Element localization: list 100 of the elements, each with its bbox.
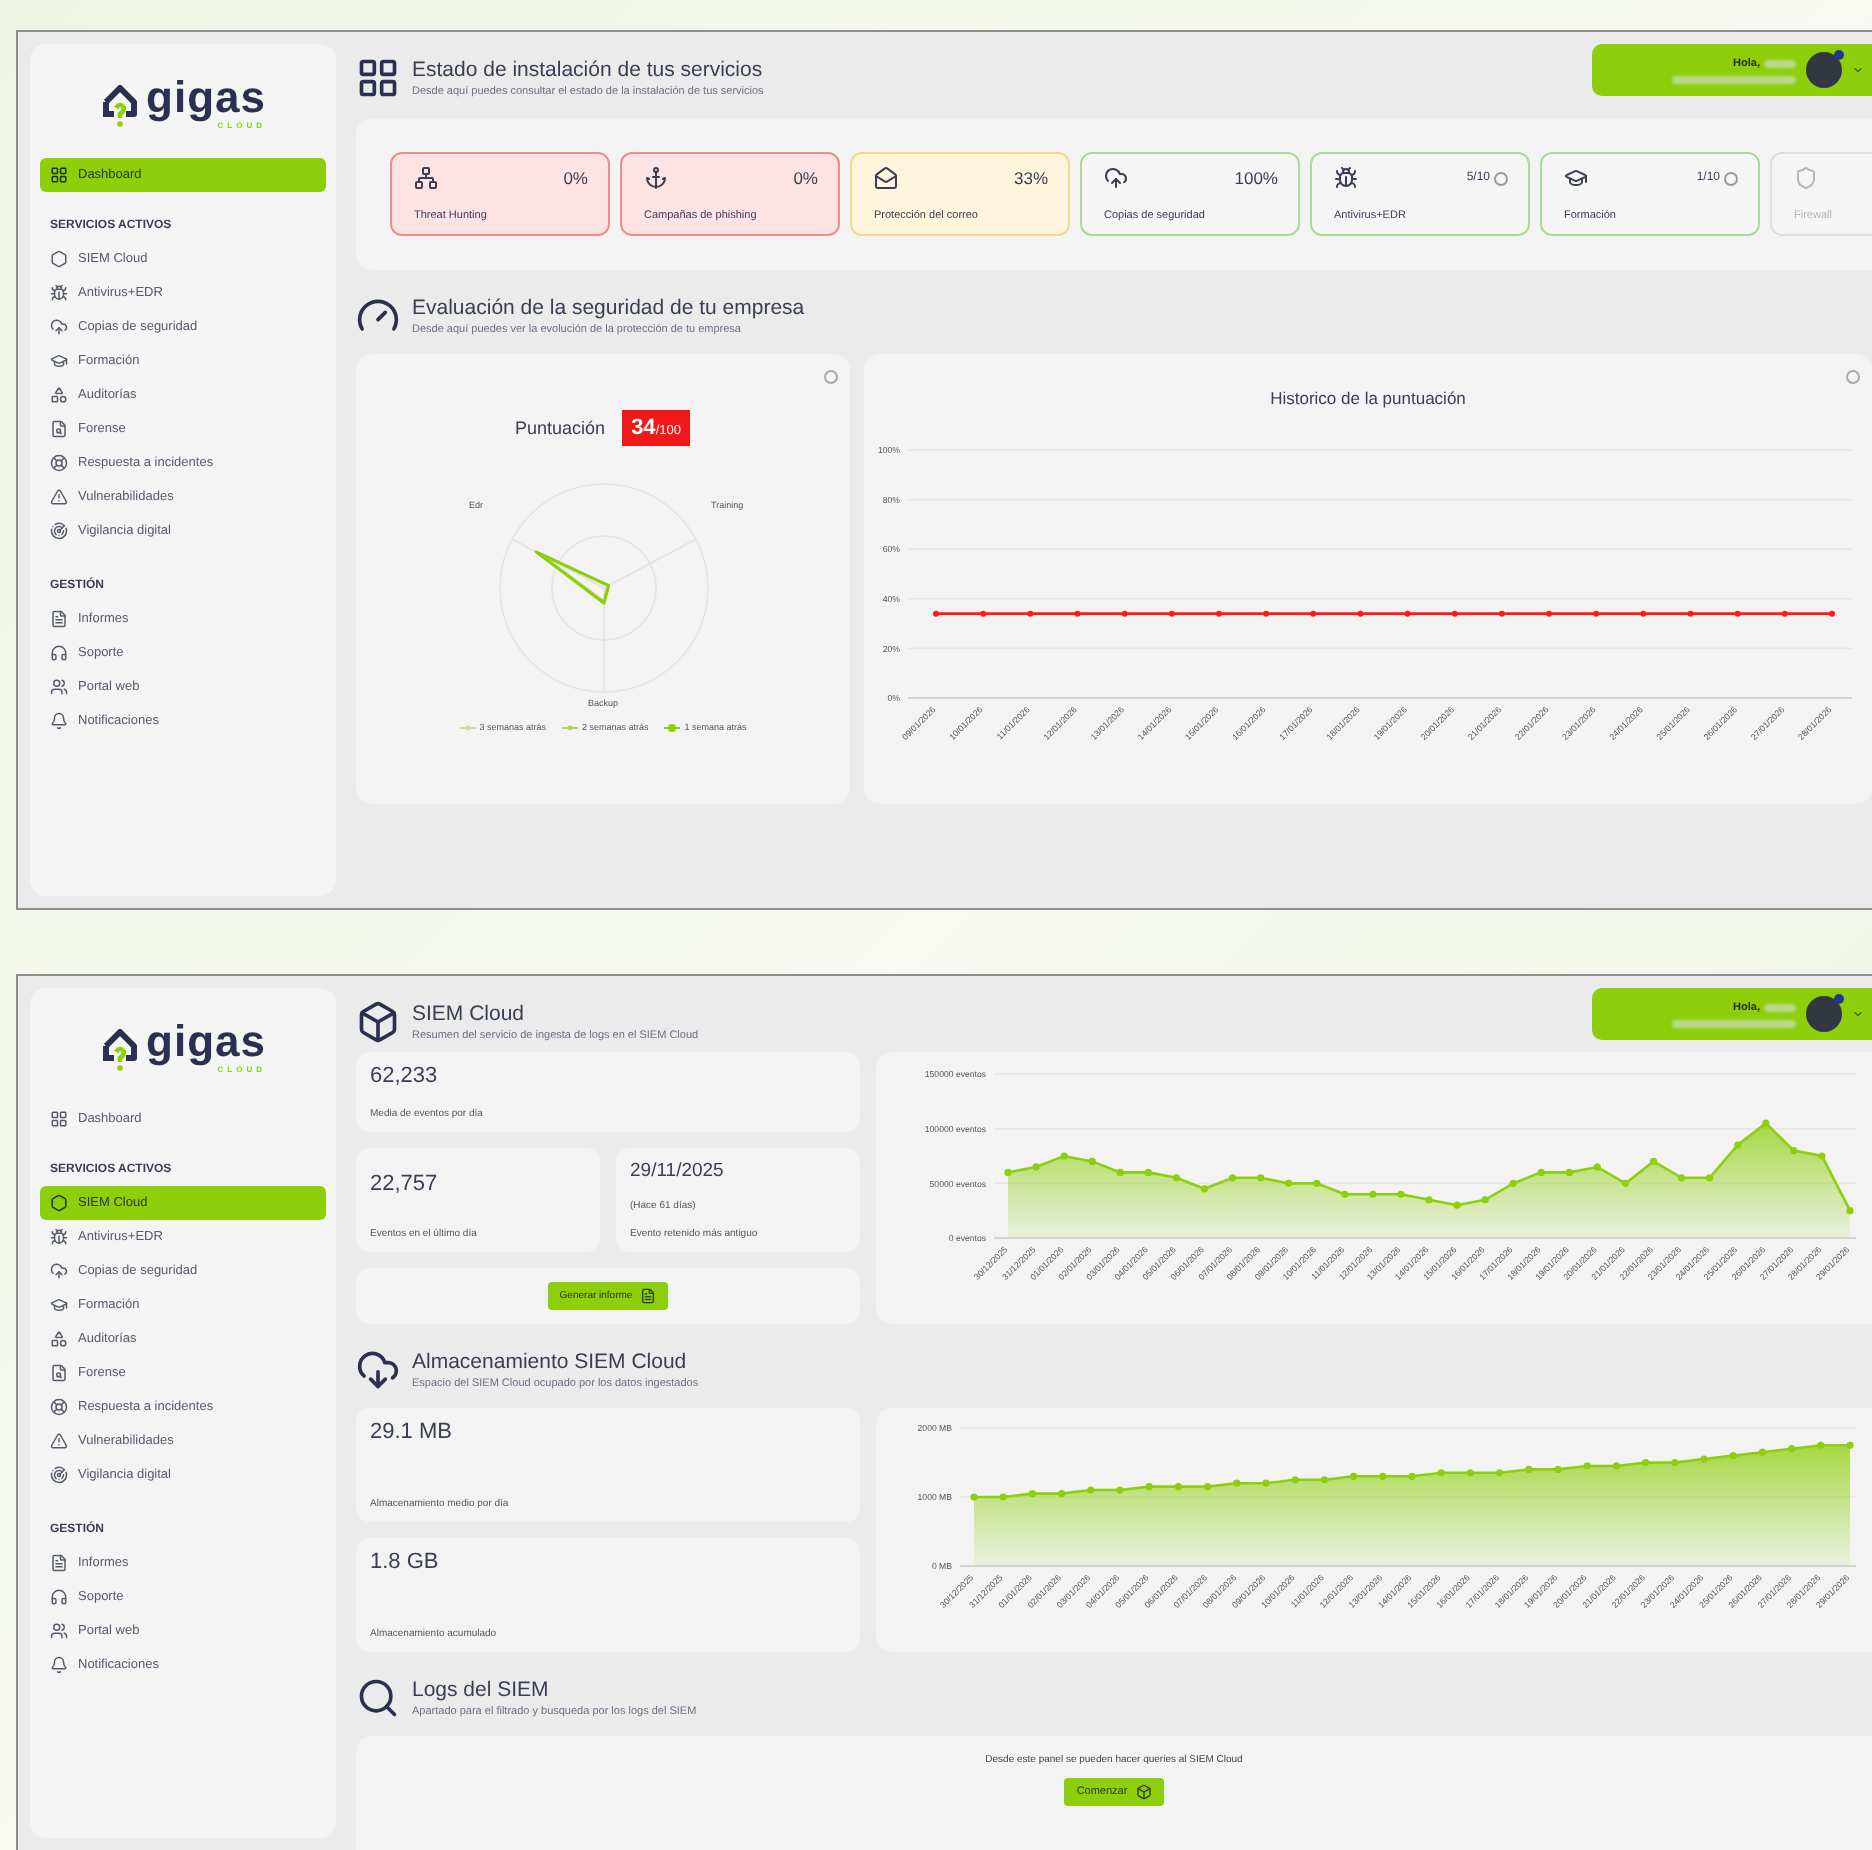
info-icon[interactable] — [1724, 171, 1738, 185]
data-point — [1233, 1479, 1241, 1487]
score-value: 34 — [631, 416, 656, 440]
data-point — [1172, 1174, 1180, 1182]
logo-icon — [100, 79, 141, 127]
cube-icon — [1135, 1784, 1152, 1800]
headset-icon — [50, 1588, 68, 1606]
data-point — [1357, 610, 1364, 617]
data-point — [1257, 1174, 1265, 1182]
service-value: 0% — [793, 168, 818, 188]
data-point — [1451, 610, 1458, 617]
stat-value: 62,233 — [370, 1064, 440, 1088]
service-value: 33% — [1013, 168, 1048, 188]
graduation-cap-icon — [1564, 166, 1588, 190]
data-point — [1466, 1469, 1474, 1477]
data-point — [1583, 1462, 1591, 1470]
bug-icon — [50, 1228, 68, 1246]
data-point — [1341, 1190, 1349, 1198]
hexagon-icon — [50, 1194, 68, 1212]
data-point — [1621, 1179, 1630, 1187]
data-point — [1285, 1179, 1293, 1187]
data-point — [1369, 1190, 1377, 1198]
bug-icon — [1334, 166, 1358, 190]
data-point — [999, 1493, 1007, 1501]
data-point — [1846, 1207, 1854, 1215]
data-point — [980, 610, 987, 617]
data-point — [1546, 610, 1553, 617]
graduation-cap-icon — [50, 1296, 68, 1314]
data-point — [1058, 1489, 1066, 1498]
info-icon[interactable] — [1494, 171, 1508, 185]
data-point — [1408, 1472, 1416, 1480]
data-point — [1174, 1483, 1182, 1491]
data-point — [1758, 1448, 1766, 1456]
data-point — [1379, 1472, 1387, 1480]
data-point — [1762, 1119, 1770, 1127]
cube-icon — [356, 1000, 400, 1044]
grid-icon — [50, 1110, 68, 1128]
headset-icon — [50, 644, 68, 662]
data-point — [1168, 610, 1175, 617]
shield-icon — [1794, 166, 1818, 190]
data-point — [1642, 1458, 1650, 1467]
data-point — [1734, 610, 1741, 617]
data-point — [1453, 1201, 1461, 1209]
document-icon — [50, 1554, 68, 1572]
data-point — [1817, 1441, 1825, 1449]
data-point — [1145, 1483, 1153, 1491]
users-icon — [50, 1622, 68, 1640]
data-point — [1087, 1486, 1095, 1494]
notification-dot — [1834, 994, 1844, 1004]
data-point — [1846, 1441, 1854, 1449]
data-point — [1060, 1152, 1068, 1160]
data-point — [933, 610, 939, 617]
data-point — [970, 1493, 978, 1501]
data-point — [1144, 1168, 1152, 1176]
logo-wordmark: gigas — [146, 1020, 266, 1064]
data-point — [1649, 1157, 1658, 1166]
file-search-icon — [50, 1364, 68, 1382]
cloud-download-icon — [356, 1348, 400, 1392]
data-point — [1425, 1196, 1433, 1204]
info-icon[interactable] — [824, 370, 838, 384]
lifebuoy-icon — [50, 1398, 68, 1416]
data-point — [1671, 1458, 1679, 1467]
data-point — [1525, 1465, 1533, 1473]
data-point — [1088, 1157, 1096, 1166]
data-point — [1565, 1168, 1573, 1176]
data-point — [1612, 1462, 1620, 1470]
data-point — [1790, 1146, 1798, 1155]
data-point — [1498, 610, 1505, 617]
redacted-name — [1764, 1003, 1796, 1011]
notification-dot — [1834, 50, 1844, 60]
stat-value: 22,757 — [370, 1172, 440, 1196]
redacted-company — [1672, 1019, 1796, 1027]
network-icon — [414, 166, 438, 190]
logo-wordmark: gigas — [146, 76, 266, 120]
redacted-company — [1672, 75, 1796, 83]
service-value: 100% — [1234, 168, 1278, 188]
redacted-name — [1764, 59, 1796, 67]
chart-title: Historico de la puntuación — [1270, 388, 1466, 408]
users-icon — [50, 678, 68, 696]
section-title: Logs del SIEM — [412, 1678, 551, 1702]
grid-icon — [356, 56, 400, 100]
data-point — [1729, 1452, 1737, 1460]
warning-icon — [50, 1432, 68, 1450]
magnifier-icon — [356, 1676, 400, 1720]
radar-icon — [50, 1466, 68, 1484]
stat-value: 29/11/2025 — [630, 1160, 726, 1182]
data-point — [1027, 610, 1034, 617]
data-point — [1818, 1152, 1826, 1160]
data-point — [1397, 1190, 1405, 1198]
graduation-cap-icon — [50, 352, 68, 370]
lifebuoy-icon — [50, 454, 68, 472]
data-point — [1320, 1476, 1328, 1484]
info-icon[interactable] — [1846, 370, 1860, 384]
data-point — [1687, 610, 1694, 617]
document-icon — [640, 1288, 657, 1304]
section-title: Almacenamiento SIEM Cloud — [412, 1350, 689, 1374]
warning-icon — [50, 488, 68, 506]
data-point — [1121, 610, 1128, 617]
data-point — [1734, 1141, 1742, 1149]
data-point — [1593, 1163, 1601, 1171]
